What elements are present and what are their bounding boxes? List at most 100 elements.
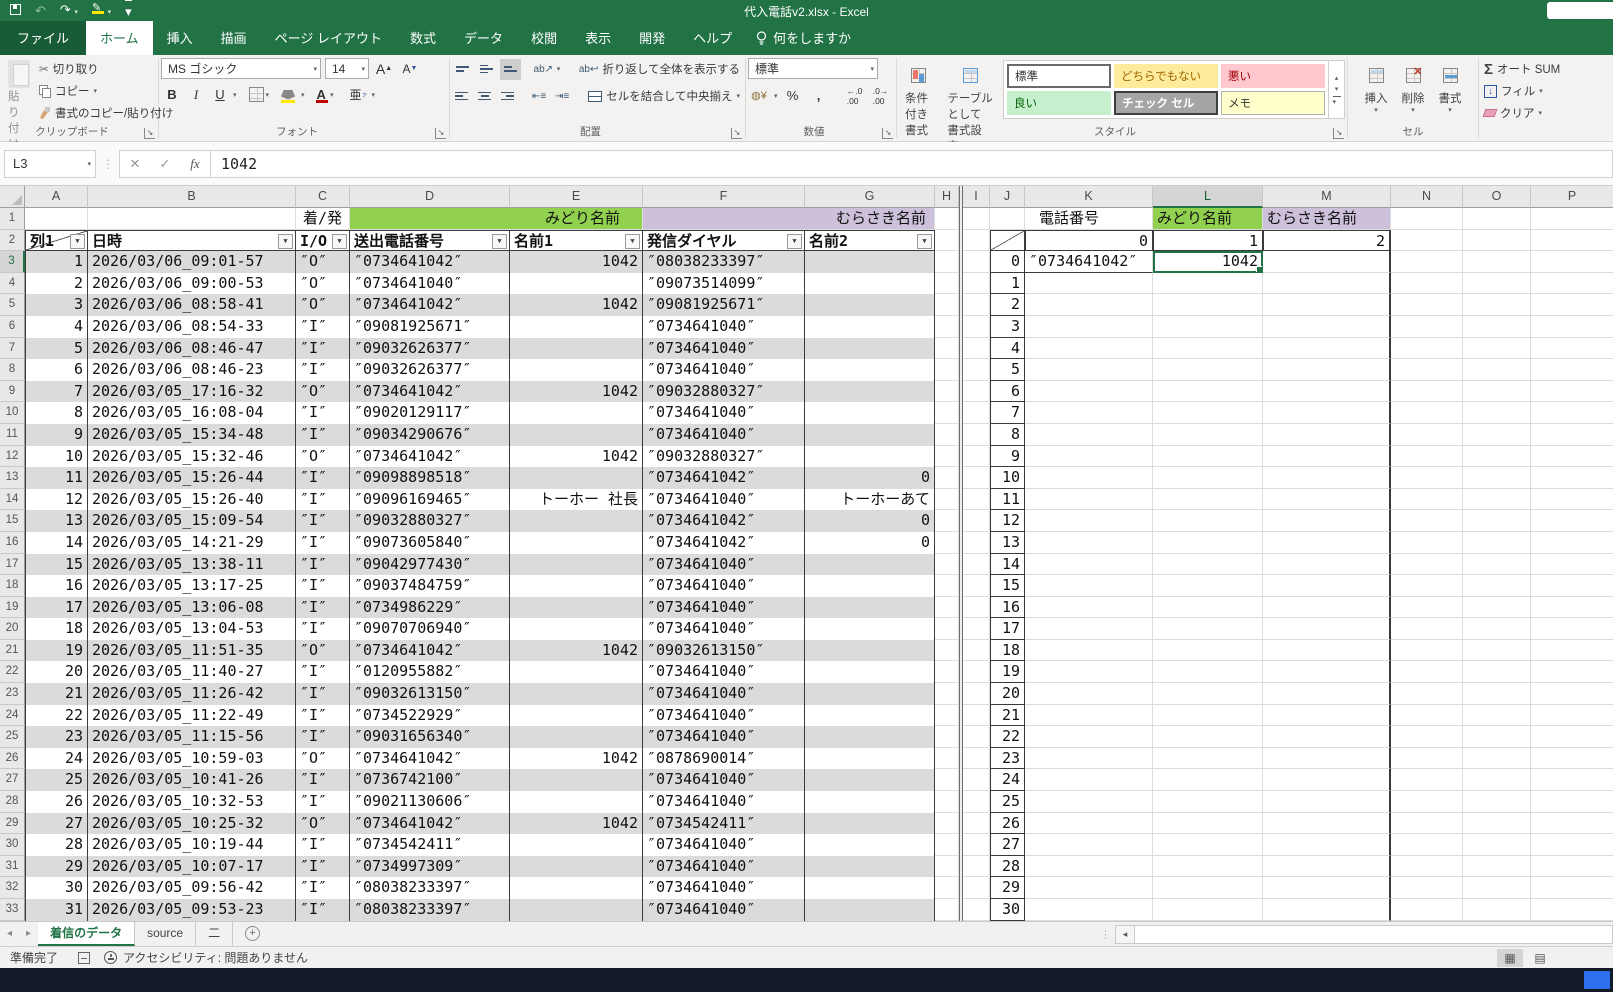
- cell-J6[interactable]: 3: [990, 315, 1025, 338]
- cell-K2[interactable]: 0: [1025, 229, 1153, 252]
- cell-C4[interactable]: ″O″: [296, 272, 350, 295]
- cell-M22[interactable]: [1263, 661, 1391, 684]
- cell-A30[interactable]: 28: [25, 834, 88, 856]
- currency-dropdown[interactable]: ▾: [774, 92, 778, 100]
- cell-C3[interactable]: ″O″: [296, 251, 350, 273]
- cell-P14[interactable]: [1531, 489, 1613, 511]
- cell-H22[interactable]: [935, 661, 959, 684]
- cell-N6[interactable]: [1391, 315, 1463, 338]
- cell-C11[interactable]: ″I″: [296, 423, 350, 446]
- cell-A32[interactable]: 30: [25, 877, 88, 899]
- cell-N11[interactable]: [1391, 423, 1463, 446]
- sheet-nav-next-icon[interactable]: ▸: [19, 922, 38, 946]
- row-header-30[interactable]: 30: [0, 834, 25, 856]
- cell-style-標準[interactable]: 標準: [1007, 64, 1111, 88]
- cell-H9[interactable]: [935, 380, 959, 403]
- table-header-発信ダイヤル[interactable]: 発信ダイヤル ▼: [643, 229, 805, 252]
- cell-E21[interactable]: 1042: [510, 639, 643, 662]
- cell-C10[interactable]: ″I″: [296, 402, 350, 424]
- titlebar-partial-button[interactable]: [1547, 2, 1613, 19]
- cell-P8[interactable]: [1531, 359, 1613, 381]
- cell-K28[interactable]: [1025, 791, 1153, 813]
- cell-K6[interactable]: [1025, 315, 1153, 338]
- orientation-icon[interactable]: ab↗: [533, 59, 554, 80]
- comma-style-icon[interactable]: ,: [808, 85, 830, 106]
- cell-I8[interactable]: [963, 359, 990, 381]
- cell-G12[interactable]: [805, 445, 935, 468]
- cell-I1[interactable]: [963, 208, 990, 230]
- cell-M31[interactable]: [1263, 855, 1391, 878]
- table-header-送出電話番号[interactable]: 送出電話番号 ▼: [350, 229, 510, 252]
- cell-M25[interactable]: [1263, 726, 1391, 748]
- cell-B32[interactable]: 2026/03/05_09:56-42: [88, 877, 296, 899]
- row-header-28[interactable]: 28: [0, 791, 25, 813]
- align-bottom-icon[interactable]: [500, 58, 522, 80]
- cell-N1[interactable]: [1391, 208, 1463, 230]
- cell-H29[interactable]: [935, 812, 959, 835]
- cell-D29[interactable]: ″0734641042″: [350, 812, 510, 835]
- cell-P3[interactable]: [1531, 251, 1613, 273]
- cell-P30[interactable]: [1531, 834, 1613, 856]
- table-header-日時[interactable]: 日時 ▼: [88, 229, 296, 252]
- cell-B5[interactable]: 2026/03/06_08:58-41: [88, 294, 296, 316]
- table-header-名前2[interactable]: 名前2 ▼: [805, 229, 935, 252]
- cell-L33[interactable]: [1153, 899, 1263, 921]
- cell-H25[interactable]: [935, 726, 959, 748]
- cell-J14[interactable]: 11: [990, 488, 1025, 511]
- cell-A7[interactable]: 5: [25, 337, 88, 360]
- font-name-combo[interactable]: MS ゴシック ▾: [161, 58, 321, 79]
- row-header-1[interactable]: 1: [0, 208, 25, 230]
- cell-D3[interactable]: ″0734641042″: [350, 251, 510, 273]
- cell-K8[interactable]: [1025, 359, 1153, 381]
- page-layout-view-icon[interactable]: ▤: [1527, 949, 1553, 967]
- cell-M14[interactable]: [1263, 488, 1391, 511]
- cell-E3[interactable]: 1042: [510, 251, 643, 273]
- ribbon-tab-描画[interactable]: 描画: [207, 21, 261, 55]
- cell-N24[interactable]: [1391, 704, 1463, 727]
- cell-J16[interactable]: 13: [990, 531, 1025, 554]
- col-header-O[interactable]: O: [1463, 186, 1531, 208]
- cell-O12[interactable]: [1463, 445, 1531, 468]
- cell-O16[interactable]: [1463, 531, 1531, 554]
- cell-H6[interactable]: [935, 315, 959, 338]
- borders-icon[interactable]: [248, 87, 264, 102]
- cell-I27[interactable]: [963, 769, 990, 792]
- cell-I26[interactable]: [963, 747, 990, 770]
- cell-O5[interactable]: [1463, 294, 1531, 316]
- cell-G22[interactable]: [805, 661, 935, 684]
- cell-style-どちらでもない[interactable]: どちらでもない: [1114, 64, 1218, 88]
- cell-K25[interactable]: [1025, 726, 1153, 748]
- cut-button[interactable]: ✂ 切り取り: [36, 58, 176, 80]
- cell-D31[interactable]: ″0734997309″: [350, 855, 510, 878]
- cell-K13[interactable]: [1025, 467, 1153, 489]
- cell-A16[interactable]: 14: [25, 531, 88, 554]
- row-header-33[interactable]: 33: [0, 899, 25, 921]
- cell-N28[interactable]: [1391, 791, 1463, 813]
- bold-button[interactable]: B: [161, 84, 183, 105]
- cell-G11[interactable]: [805, 423, 935, 446]
- row-header-8[interactable]: 8: [0, 359, 25, 381]
- cell-F29[interactable]: ″0734542411″: [643, 812, 805, 835]
- align-center-icon[interactable]: [475, 86, 495, 107]
- cell-J33[interactable]: 30: [990, 899, 1025, 921]
- cell-N32[interactable]: [1391, 877, 1463, 899]
- cell-B3[interactable]: 2026/03/06_09:01-57: [88, 251, 296, 273]
- row-header-11[interactable]: 11: [0, 423, 25, 446]
- cell-G19[interactable]: [805, 596, 935, 619]
- cell-E14[interactable]: トーホー 社長: [510, 488, 643, 511]
- col-header-J[interactable]: J: [990, 186, 1025, 208]
- borders-dropdown[interactable]: ▾: [266, 91, 270, 99]
- cell-P4[interactable]: [1531, 273, 1613, 295]
- cell-B8[interactable]: 2026/03/06_08:46-23: [88, 359, 296, 381]
- macro-record-icon[interactable]: [78, 951, 91, 964]
- cell-H31[interactable]: [935, 855, 959, 878]
- cell-G33[interactable]: [805, 899, 935, 921]
- cell-B24[interactable]: 2026/03/05_11:22-49: [88, 704, 296, 727]
- cell-M12[interactable]: [1263, 445, 1391, 468]
- cell-P15[interactable]: [1531, 510, 1613, 532]
- cell-P25[interactable]: [1531, 726, 1613, 748]
- ribbon-tab-校閲[interactable]: 校閲: [517, 21, 571, 55]
- cell-M29[interactable]: [1263, 812, 1391, 835]
- cell-J15[interactable]: 12: [990, 510, 1025, 532]
- cell-K14[interactable]: [1025, 488, 1153, 511]
